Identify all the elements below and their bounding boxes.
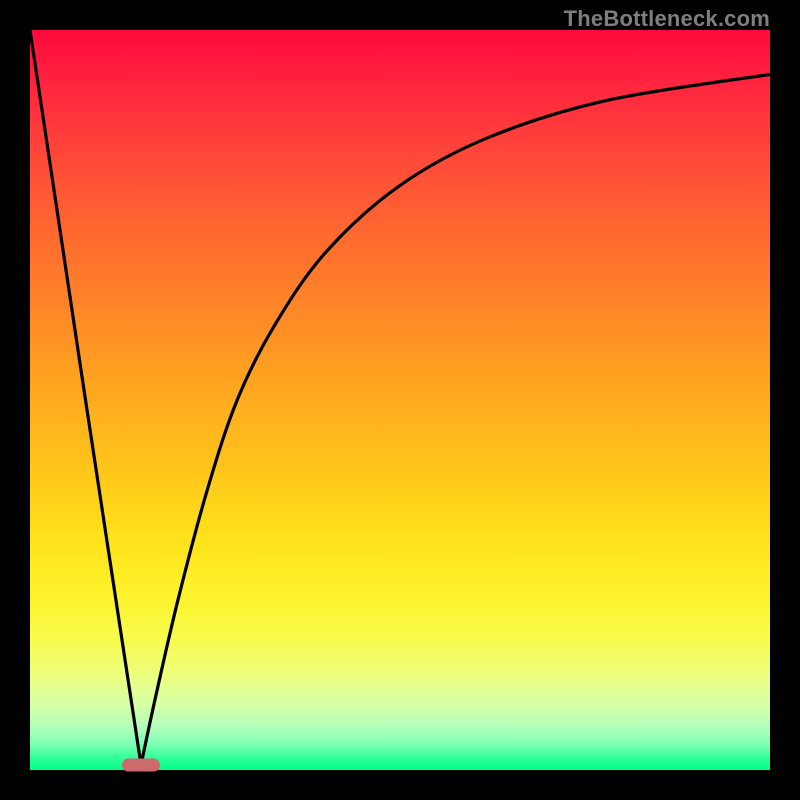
chart-frame: TheBottleneck.com	[0, 0, 800, 800]
watermark-text: TheBottleneck.com	[564, 6, 770, 32]
curve-left-branch	[30, 30, 141, 765]
optimum-marker	[122, 758, 160, 771]
plot-area	[30, 30, 770, 770]
bottleneck-curve	[30, 30, 770, 770]
curve-right-branch	[141, 74, 770, 764]
